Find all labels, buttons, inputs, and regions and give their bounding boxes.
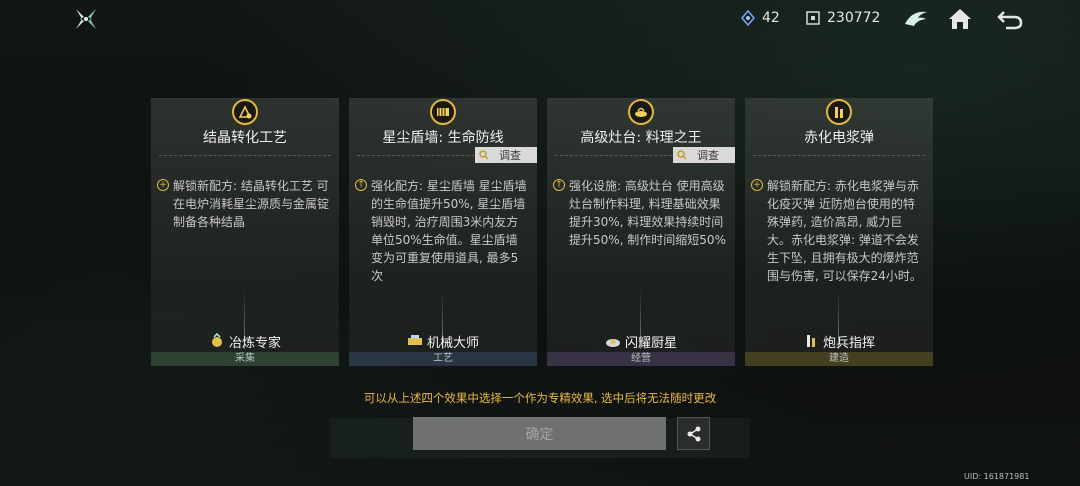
card-specialty: 炮兵指挥 xyxy=(745,331,933,351)
specialty-card-3[interactable]: 高级灶台: 料理之王 调查 ↑ 强化设施: 高级灶台 使用高级灶台制作料理, 料… xyxy=(547,98,735,366)
card-description: 解锁新配方: 赤化电浆弹与赤化疫灭弹 近防炮台使用的特殊弹药, 造价高昂, 威力… xyxy=(767,179,922,283)
selection-hint: 可以从上述四个效果中选择一个作为专精效果, 选中后将无法随时更改 xyxy=(363,391,717,405)
smelting-expert-icon xyxy=(211,333,222,347)
crystal-counter: 42 xyxy=(740,10,780,26)
wing-icon[interactable] xyxy=(902,6,930,32)
card-specialty: 机械大师 xyxy=(349,331,537,351)
mechanic-master-icon xyxy=(407,335,422,345)
card-specialty: 闪耀厨星 xyxy=(547,331,735,351)
specialty-name: 闪耀厨星 xyxy=(624,335,677,351)
magnifier-icon xyxy=(479,150,489,160)
category-label: 经营 xyxy=(547,352,735,366)
up-arrow-icon: ↑ xyxy=(553,179,565,191)
uid-label: UID: 161871981 xyxy=(964,472,1030,481)
stove-icon xyxy=(628,99,654,125)
plus-icon: + xyxy=(751,179,763,191)
card-specialty: 冶炼专家 xyxy=(151,331,339,351)
up-arrow-icon: ↑ xyxy=(355,179,367,191)
inspect-button[interactable]: 调查 xyxy=(475,147,537,163)
card-description: 强化设施: 高级灶台 使用高级灶台制作料理, 料理基础效果提升30%, 料理效果… xyxy=(569,179,726,247)
card-description: 强化配方: 星尘盾墙 星尘盾墙的生命值提升50%, 星尘盾墙销毁时, 治疗周围3… xyxy=(371,179,527,283)
shining-chef-icon xyxy=(605,339,620,347)
inspect-label: 调查 xyxy=(697,149,719,162)
home-icon[interactable] xyxy=(946,6,974,32)
artillery-commander-icon xyxy=(806,335,815,347)
shield-wall-icon xyxy=(430,99,456,125)
back-icon[interactable] xyxy=(996,6,1024,32)
card-divider xyxy=(753,155,925,156)
crystal-count: 42 xyxy=(762,10,780,26)
plus-icon: + xyxy=(157,179,169,191)
card-title: 赤化电浆弹 xyxy=(804,130,874,146)
card-title: 高级灶台: 料理之王 xyxy=(580,130,702,146)
inspect-label: 调查 xyxy=(499,149,521,162)
crystal-process-icon xyxy=(232,99,258,125)
category-label: 工艺 xyxy=(349,352,537,366)
plasma-shell-icon xyxy=(826,99,852,125)
specialty-name: 机械大师 xyxy=(426,335,479,351)
specialty-name: 炮兵指挥 xyxy=(822,335,875,351)
specialty-name: 冶炼专家 xyxy=(228,335,281,351)
card-description: 解锁新配方: 结晶转化工艺 可在电炉消耗星尘源质与金属锭制备各种结晶 xyxy=(173,179,330,229)
category-label: 建造 xyxy=(745,352,933,366)
specialty-card-2[interactable]: 星尘盾墙: 生命防线 调查 ↑ 强化配方: 星尘盾墙 星尘盾墙的生命值提升50%… xyxy=(349,98,537,366)
coin-counter: 230772 xyxy=(805,10,880,26)
confirm-button[interactable]: 确定 xyxy=(413,417,666,450)
share-icon xyxy=(687,426,700,441)
specialty-card-1[interactable]: 结晶转化工艺 + 解锁新配方: 结晶转化工艺 可在电炉消耗星尘源质与金属锭制备各… xyxy=(151,98,339,366)
magnifier-icon xyxy=(677,150,687,160)
card-title: 星尘盾墙: 生命防线 xyxy=(382,130,504,146)
coin-icon xyxy=(806,11,820,25)
category-label: 采集 xyxy=(151,352,339,366)
share-button[interactable] xyxy=(677,417,710,450)
card-divider xyxy=(159,155,331,156)
inspect-button[interactable]: 调查 xyxy=(673,147,735,163)
coin-count: 230772 xyxy=(827,10,881,26)
specialty-card-4[interactable]: 赤化电浆弹 + 解锁新配方: 赤化电浆弹与赤化疫灭弹 近防炮台使用的特殊弹药, … xyxy=(745,98,933,366)
logo-icon[interactable] xyxy=(74,7,98,31)
card-title: 结晶转化工艺 xyxy=(203,130,287,146)
crystal-icon xyxy=(741,10,755,26)
